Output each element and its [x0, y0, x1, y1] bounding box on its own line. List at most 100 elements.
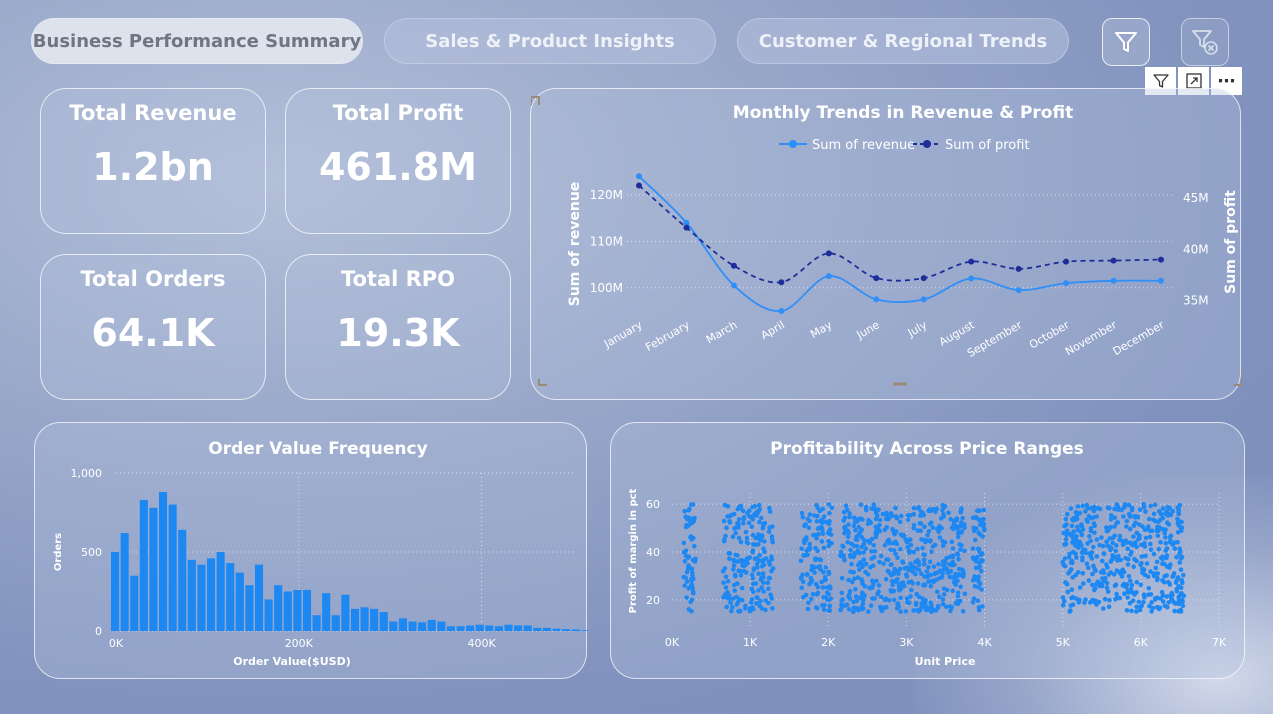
scatter-point[interactable] [942, 559, 948, 565]
scatter-point[interactable] [1064, 522, 1069, 527]
scatter-point[interactable] [743, 562, 748, 567]
histogram-bar[interactable] [254, 564, 264, 631]
scatter-point[interactable] [905, 517, 911, 522]
data-point-revenue[interactable] [1063, 280, 1070, 287]
scatter-point[interactable] [1109, 513, 1114, 518]
scatter-point[interactable] [1078, 529, 1083, 534]
scatter-point[interactable] [929, 549, 934, 555]
scatter-point[interactable] [1062, 598, 1067, 604]
scatter-point[interactable] [746, 520, 752, 526]
scatter-point[interactable] [1166, 511, 1172, 517]
scatter-point[interactable] [1136, 599, 1142, 605]
scatter-point[interactable] [863, 561, 869, 567]
scatter-point[interactable] [1124, 582, 1130, 587]
scatter-point[interactable] [956, 571, 962, 577]
scatter-point[interactable] [1166, 579, 1171, 585]
data-point-profit[interactable] [1110, 257, 1117, 264]
histogram-bar[interactable] [235, 572, 244, 631]
scatter-point[interactable] [1085, 519, 1090, 524]
scatter-point[interactable] [756, 532, 761, 537]
scatter-point[interactable] [1124, 524, 1129, 529]
scatter-point[interactable] [1093, 568, 1098, 574]
scatter-point[interactable] [1089, 550, 1095, 555]
scatter-point[interactable] [882, 527, 888, 532]
scatter-point[interactable] [1160, 506, 1166, 511]
scatter-point[interactable] [734, 581, 740, 586]
scatter-point[interactable] [920, 545, 925, 551]
series-line-profit[interactable] [638, 184, 1162, 284]
scatter-point[interactable] [926, 579, 931, 584]
scatter-point[interactable] [1070, 560, 1075, 566]
scatter-point[interactable] [1126, 574, 1132, 579]
scatter-point[interactable] [962, 548, 967, 554]
scatter-point[interactable] [924, 569, 930, 574]
scatter-point[interactable] [950, 553, 956, 558]
scatter-point[interactable] [1091, 521, 1097, 526]
histogram-bar[interactable] [139, 499, 148, 631]
histogram-bar[interactable] [427, 619, 436, 631]
scatter-point[interactable] [955, 590, 961, 595]
tab-business-performance-summary[interactable]: Business Performance Summary [31, 18, 363, 64]
histogram-bar[interactable] [552, 628, 561, 631]
scatter-point[interactable] [760, 525, 766, 531]
scatter-point[interactable] [1069, 595, 1074, 601]
scatter-point[interactable] [959, 543, 964, 548]
scatter-point[interactable] [1164, 520, 1170, 525]
scatter-point[interactable] [760, 571, 766, 576]
scatter-point[interactable] [733, 530, 738, 536]
scatter-point[interactable] [908, 594, 913, 599]
scatter-point[interactable] [841, 555, 847, 561]
data-point-profit[interactable] [778, 279, 785, 286]
scatter-point[interactable] [1068, 531, 1073, 537]
scatter-point[interactable] [947, 562, 952, 567]
histogram-bar[interactable] [379, 612, 388, 631]
scatter-point[interactable] [976, 607, 982, 613]
scatter-point[interactable] [682, 583, 687, 588]
scatter-point[interactable] [873, 531, 878, 537]
scatter-point[interactable] [1139, 542, 1144, 548]
scatter-point[interactable] [937, 568, 943, 573]
scatter-point[interactable] [1115, 520, 1121, 525]
scatter-point[interactable] [940, 539, 946, 544]
scatter-point[interactable] [941, 512, 946, 517]
scatter-point[interactable] [753, 542, 758, 547]
scatter-point[interactable] [1107, 536, 1113, 541]
data-point-revenue[interactable] [730, 282, 737, 289]
scatter-point[interactable] [927, 559, 933, 565]
scatter-point[interactable] [857, 567, 862, 572]
data-point-profit[interactable] [683, 224, 690, 231]
scatter-point[interactable] [1091, 505, 1097, 511]
scatter-point[interactable] [691, 590, 696, 596]
scatter-point[interactable] [868, 603, 874, 608]
scatter-point[interactable] [766, 586, 771, 592]
scatter-point[interactable] [1174, 577, 1180, 583]
scatter-point[interactable] [876, 583, 882, 588]
scatter-point[interactable] [850, 609, 856, 614]
scatter-point[interactable] [950, 546, 956, 551]
histogram-bar[interactable] [293, 589, 302, 631]
scatter-point[interactable] [974, 554, 980, 560]
scatter-point[interactable] [949, 525, 955, 530]
scatter-point[interactable] [1131, 564, 1136, 569]
histogram-bar[interactable] [514, 625, 523, 631]
scatter-point[interactable] [909, 587, 914, 593]
scatter-point[interactable] [1142, 595, 1147, 600]
histogram-bar[interactable] [178, 529, 187, 631]
scatter-point[interactable] [852, 576, 857, 581]
scatter-point[interactable] [897, 519, 903, 525]
scatter-point[interactable] [820, 518, 825, 523]
scatter-point[interactable] [814, 536, 819, 541]
scatter-point[interactable] [1129, 582, 1135, 588]
histogram-bar[interactable] [197, 564, 206, 631]
scatter-point[interactable] [1104, 562, 1109, 567]
scatter-point[interactable] [735, 553, 740, 558]
scatter-point[interactable] [823, 577, 828, 583]
scatter-point[interactable] [685, 516, 690, 522]
scatter-point[interactable] [756, 509, 761, 515]
scatter-point[interactable] [1176, 523, 1181, 528]
scatter-point[interactable] [1171, 571, 1177, 576]
scatter-point[interactable] [759, 564, 765, 569]
scatter-point[interactable] [730, 596, 736, 601]
scatter-point[interactable] [1127, 513, 1133, 518]
scatter-point[interactable] [1138, 562, 1143, 568]
